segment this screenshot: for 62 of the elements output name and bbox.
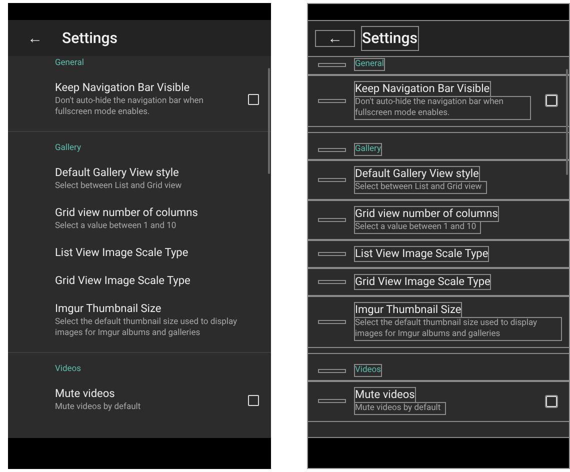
icon-frame xyxy=(318,62,346,66)
setting-title: Grid View Image Scale Type xyxy=(355,275,490,289)
setting-item[interactable]: Keep Navigation Bar Visible Don't auto-hide the navigation bar when fullscreen mode enables. xyxy=(8,74,271,125)
setting-item[interactable]: Keep Navigation Bar Visible Don't auto-hide the navigation bar when fullscreen mode enables. xyxy=(308,75,569,126)
setting-summary: Don't auto-hide the navigation bar when fullscreen mode enables. xyxy=(355,97,530,119)
setting-title: Imgur Thumbnail Size xyxy=(355,303,462,317)
screen-title: Settings xyxy=(362,27,418,50)
setting-summary: Mute videos by default xyxy=(355,403,445,414)
category-title: Gallery xyxy=(355,144,382,155)
setting-item[interactable]: Mute videos Mute videos by default xyxy=(308,381,569,421)
setting-title: Grid view number of columns xyxy=(355,207,498,221)
checkbox[interactable] xyxy=(546,95,557,106)
setting-title: Imgur Thumbnail Size xyxy=(55,302,162,316)
setting-title: Mute videos xyxy=(355,388,415,402)
category-title: General xyxy=(55,58,84,69)
setting-title: List View Image Scale Type xyxy=(355,247,488,261)
setting-item[interactable]: Grid view number of columns Select a value between 1 and 10 xyxy=(8,199,271,239)
setting-item[interactable]: Grid View Image Scale Type xyxy=(308,268,569,296)
setting-item[interactable]: List View Image Scale Type xyxy=(308,240,569,268)
icon-frame xyxy=(318,148,346,152)
setting-item[interactable]: Imgur Thumbnail Size Select the default thumbnail size used to display images for Imgur albums and galleries xyxy=(308,296,569,347)
icon-frame xyxy=(318,320,346,324)
category-title: Videos xyxy=(355,365,382,376)
setting-summary: Mute videos by default xyxy=(55,402,142,413)
setting-title: Grid view number of columns xyxy=(55,206,198,220)
setting-item[interactable]: Grid view number of columns Select a value between 1 and 10 xyxy=(308,200,569,240)
setting-item[interactable]: Imgur Thumbnail Size Select the default thumbnail size used to display images for Imgur albums and galleries xyxy=(8,295,271,346)
checkbox[interactable] xyxy=(546,396,557,406)
icon-frame xyxy=(318,178,346,182)
icon-frame xyxy=(318,368,346,372)
screen-title: Settings xyxy=(62,28,118,49)
setting-summary: Select between List and Grid view xyxy=(355,182,486,193)
icon-frame xyxy=(318,280,346,284)
setting-title: Keep Navigation Bar Visible xyxy=(55,81,190,95)
checkbox[interactable] xyxy=(248,94,259,105)
setting-summary: Select between List and Grid view xyxy=(55,181,183,192)
setting-summary: Select the default thumbnail size used to display images for Imgur albums and galleries xyxy=(55,317,238,339)
icon-frame xyxy=(318,98,346,102)
setting-item[interactable]: Default Gallery View style Select between List and Grid view xyxy=(308,160,569,200)
setting-title: Mute videos xyxy=(55,387,115,401)
setting-summary: Select a value between 1 and 10 xyxy=(355,222,480,233)
setting-title: List View Image Scale Type xyxy=(55,246,188,260)
back-button[interactable]: ← xyxy=(16,30,54,46)
category-title: Gallery xyxy=(55,143,82,154)
setting-title: Default Gallery View style xyxy=(55,166,179,180)
setting-title: Keep Navigation Bar Visible xyxy=(355,82,490,96)
setting-title: Grid View Image Scale Type xyxy=(55,274,190,288)
setting-summary: Don't auto-hide the navigation bar when fullscreen mode enables. xyxy=(55,96,204,118)
setting-item[interactable]: Mute videos Mute videos by default xyxy=(8,380,271,420)
icon-frame xyxy=(318,399,346,403)
setting-item[interactable]: List View Image Scale Type xyxy=(8,239,271,267)
category-title: General xyxy=(355,59,384,70)
back-button[interactable]: ← xyxy=(316,31,354,46)
checkbox[interactable] xyxy=(248,394,259,406)
setting-summary: Select a value between 1 and 10 xyxy=(55,221,178,232)
icon-frame xyxy=(318,252,346,256)
category-title: Videos xyxy=(55,364,82,375)
setting-item[interactable]: Default Gallery View style Select between List and Grid view xyxy=(8,159,271,199)
setting-summary: Select the default thumbnail size used to display images for Imgur albums and galleries xyxy=(355,318,561,340)
setting-title: Default Gallery View style xyxy=(355,167,479,181)
icon-frame xyxy=(318,218,346,222)
setting-item[interactable]: Grid View Image Scale Type xyxy=(8,267,271,295)
